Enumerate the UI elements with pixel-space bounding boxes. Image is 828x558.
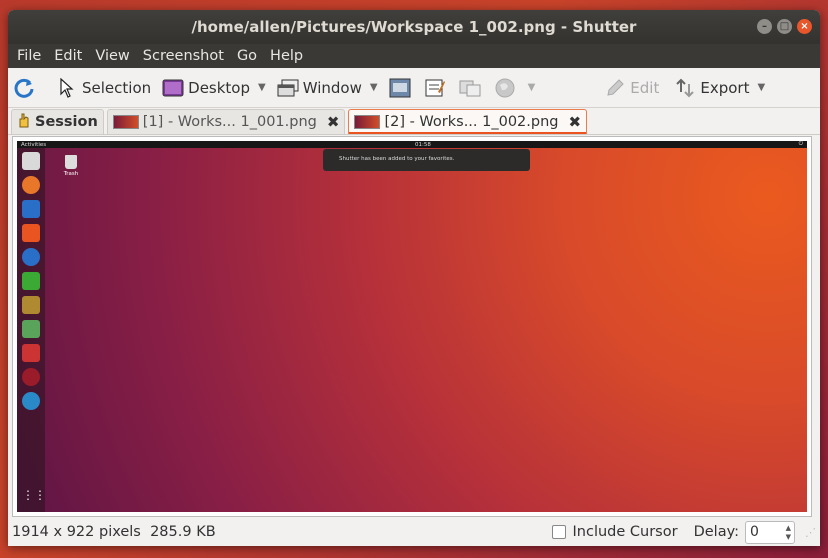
screenshot-dock: ⋮⋮	[17, 148, 46, 512]
debian-icon	[22, 368, 40, 386]
help-icon	[22, 248, 40, 266]
export-button[interactable]: Export ▼	[673, 73, 771, 103]
selection-button[interactable]: Selection	[55, 73, 151, 103]
tooltip-capture-button[interactable]	[458, 73, 485, 103]
export-icon	[673, 76, 697, 100]
trash-label: Trash	[63, 171, 79, 177]
tab-workspace-2-label: [2] - Works... 1_002.png	[384, 114, 559, 130]
refresh-button[interactable]	[12, 73, 39, 103]
globe-icon	[493, 76, 517, 100]
qt-icon	[22, 272, 40, 290]
title-bar[interactable]: /home/allen/Pictures/Workspace 1_002.png…	[8, 10, 820, 44]
writer-icon	[22, 200, 40, 218]
menu-go[interactable]: Go	[232, 48, 262, 64]
delay-label: Delay:	[693, 524, 739, 540]
tab-bar: Session [1] - Works... 1_001.png ✖ [2] -…	[8, 108, 820, 135]
web-capture-button[interactable]: ▼	[493, 73, 542, 103]
clock-label: 01:58	[415, 141, 431, 148]
menu-capture-button[interactable]	[423, 73, 450, 103]
screenshot-view[interactable]: Activities 01:58 ⏻ ⋮⋮ Trash Shutter has …	[12, 136, 812, 517]
tab-thumbnail	[354, 115, 381, 129]
desktop-label: Desktop	[188, 78, 251, 97]
tab-workspace-2[interactable]: [2] - Works... 1_002.png ✖	[348, 109, 588, 134]
image-info: 1914 x 922 pixels 285.9 KB	[12, 524, 216, 540]
web-dropdown-icon[interactable]: ▼	[528, 82, 536, 93]
minimize-button[interactable]: –	[757, 19, 772, 34]
software-icon	[22, 224, 40, 242]
delay-spinner[interactable]: 0 ▲ ▼	[745, 520, 795, 544]
menu-file[interactable]: File	[12, 48, 46, 64]
notification-text: Shutter has been added to your favorites…	[339, 156, 455, 162]
files-icon	[22, 152, 40, 170]
status-controls: Include Cursor Delay: 0 ▲ ▼ ⋰	[551, 520, 816, 544]
refresh-icon	[12, 76, 36, 100]
tab-workspace-1-label: [1] - Works... 1_001.png	[142, 114, 317, 130]
screenshot-image: Activities 01:58 ⏻ ⋮⋮ Trash Shutter has …	[17, 141, 807, 512]
menu-screenshot[interactable]: Screenshot	[138, 48, 229, 64]
menu-bar: File Edit View Screenshot Go Help	[8, 44, 820, 68]
menu-capture-icon	[423, 76, 447, 100]
activities-label: Activities	[21, 141, 47, 148]
menu-edit[interactable]: Edit	[49, 48, 87, 64]
menu-view[interactable]: View	[90, 48, 134, 64]
tab-session[interactable]: Session	[11, 109, 104, 134]
section-button[interactable]	[388, 73, 415, 103]
include-cursor-checkbox[interactable]	[551, 525, 566, 539]
export-dropdown-icon[interactable]: ▼	[757, 82, 765, 93]
window-title: /home/allen/Pictures/Workspace 1_002.png…	[191, 18, 637, 36]
window-capture-button[interactable]: Window ▼	[276, 73, 384, 103]
screenshot-topbar: Activities 01:58 ⏻	[17, 141, 807, 148]
include-cursor-label[interactable]: Include Cursor	[573, 524, 678, 540]
window-dropdown-icon[interactable]: ▼	[370, 82, 378, 93]
shutter-icon	[22, 392, 40, 410]
tooltip-capture-icon	[458, 76, 482, 100]
shutter-window: /home/allen/Pictures/Workspace 1_002.png…	[8, 10, 820, 546]
desktop-dropdown-icon[interactable]: ▼	[258, 82, 266, 93]
export-label: Export	[700, 78, 750, 97]
tab-session-label: Session	[35, 114, 98, 130]
close-tab-icon[interactable]: ✖	[327, 113, 340, 131]
toolbar: Selection Desktop ▼ Window ▼ ▼ Edit Expo…	[8, 68, 820, 108]
tray-icons: ⏻	[798, 141, 803, 147]
pointer-icon	[55, 76, 79, 100]
tab-workspace-1[interactable]: [1] - Works... 1_001.png ✖	[106, 109, 346, 134]
close-tab-icon[interactable]: ✖	[569, 113, 582, 131]
window-controls: – □ ×	[757, 19, 812, 34]
desktop-button[interactable]: Desktop ▼	[161, 73, 272, 103]
close-button[interactable]: ×	[797, 19, 812, 34]
edit-button[interactable]: Edit	[603, 73, 659, 103]
maximize-button[interactable]: □	[777, 19, 792, 34]
trash-desktop-icon: Trash	[59, 155, 83, 177]
notification-banner: Shutter has been added to your favorites…	[323, 149, 530, 171]
dosbox-icon	[22, 296, 40, 314]
session-icon	[17, 112, 31, 132]
selection-label: Selection	[82, 78, 152, 97]
desktop-icon	[161, 76, 185, 100]
tab-thumbnail	[112, 115, 139, 129]
app-icon	[22, 320, 40, 338]
window-icon	[276, 76, 300, 100]
section-icon	[388, 76, 412, 100]
menu-help[interactable]: Help	[265, 48, 308, 64]
window-label: Window	[302, 78, 362, 97]
firefox-icon	[22, 176, 40, 194]
install-icon	[22, 344, 40, 362]
spinner-arrows-icon[interactable]: ▲ ▼	[786, 524, 791, 542]
app-grid-icon: ⋮⋮	[22, 488, 46, 502]
status-bar: 1914 x 922 pixels 285.9 KB Include Curso…	[8, 518, 820, 546]
edit-label: Edit	[630, 78, 660, 97]
resize-grip-icon[interactable]: ⋰	[805, 526, 816, 539]
trash-icon	[65, 155, 77, 169]
edit-icon	[603, 76, 627, 100]
delay-value[interactable]: 0	[750, 524, 759, 540]
